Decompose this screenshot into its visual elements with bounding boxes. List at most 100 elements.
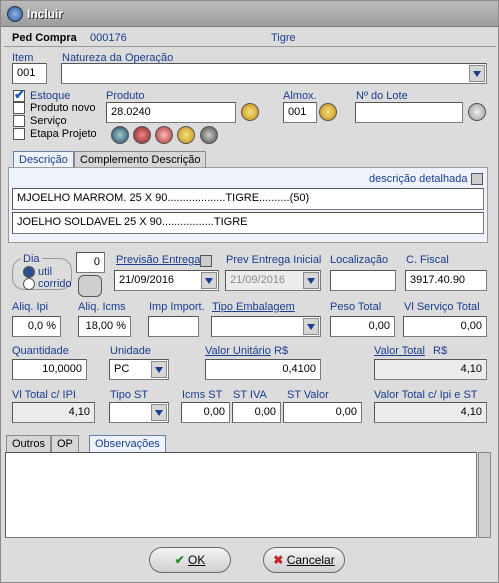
- tab-complemento[interactable]: Complemento Descrição: [74, 151, 207, 168]
- icms-st-field[interactable]: 0,00: [181, 402, 230, 423]
- util-radio[interactable]: [23, 266, 35, 278]
- lote-field[interactable]: [355, 102, 463, 123]
- tab-descricao[interactable]: Descrição: [13, 151, 74, 168]
- chevron-down-icon[interactable]: [151, 361, 167, 378]
- chevron-down-icon[interactable]: [303, 318, 319, 335]
- tipo-st-label: Tipo ST: [110, 389, 149, 401]
- produto-field[interactable]: 28.0240: [106, 102, 236, 123]
- estoque-checkbox[interactable]: [13, 87, 25, 103]
- localizacao-label: Localização: [330, 254, 389, 266]
- aliq-icms-label: Aliq. Icms: [78, 301, 126, 313]
- estoque-label: Estoque: [30, 90, 71, 102]
- cfiscal-field[interactable]: 3917.40.90: [405, 270, 487, 291]
- natureza-select[interactable]: [61, 63, 487, 84]
- tipo-emb-label: Tipo Embalagem: [212, 301, 295, 313]
- cfiscal-label: C. Fiscal: [406, 254, 449, 266]
- tab-observacoes[interactable]: Observações: [89, 435, 166, 452]
- doc-number: 000176: [90, 32, 127, 44]
- almox-field[interactable]: 001: [283, 102, 317, 123]
- prev-inicial-label: Prev Entrega Inicial: [226, 254, 322, 266]
- produto-label: Produto: [106, 90, 145, 102]
- valor-total-field: 4,10: [374, 359, 487, 380]
- localizacao-field[interactable]: [330, 270, 396, 291]
- descricao-line1[interactable]: MJOELHO MARROM. 25 X 90.................…: [12, 188, 484, 210]
- st-iva-field[interactable]: 0,00: [232, 402, 281, 423]
- chevron-down-icon[interactable]: [201, 272, 217, 289]
- grid-icon[interactable]: [111, 126, 129, 144]
- detalhada-checkbox[interactable]: [471, 173, 483, 185]
- aliq-icms-field[interactable]: 18,00 %: [78, 316, 131, 337]
- lote-label: Nº do Lote: [356, 90, 408, 102]
- valor-unit-field[interactable]: 0,4100: [205, 359, 321, 380]
- vl-servico-label: Vl Serviço Total: [404, 301, 480, 313]
- chevron-down-icon: [303, 272, 319, 289]
- calculator-icon[interactable]: [78, 275, 102, 297]
- servico-label: Serviço: [30, 115, 67, 127]
- observacoes-textarea[interactable]: [5, 452, 477, 538]
- valor-unit-currency: R$: [274, 345, 289, 357]
- scrollbar[interactable]: [478, 452, 491, 538]
- detalhada-label: descrição detalhada: [369, 173, 468, 185]
- chevron-down-icon[interactable]: [469, 65, 485, 82]
- produto-novo-label: Produto novo: [30, 102, 96, 114]
- close-icon: ✖: [273, 553, 284, 567]
- servico-checkbox[interactable]: [13, 115, 25, 127]
- header-divider: [4, 46, 496, 47]
- unidade-label: Unidade: [110, 345, 151, 357]
- chart-icon[interactable]: [133, 126, 151, 144]
- chevron-down-icon[interactable]: [151, 404, 167, 421]
- valor-total-ipi-st-label: Valor Total c/ Ipi e ST: [374, 389, 478, 401]
- tipo-st-select[interactable]: [109, 402, 169, 423]
- vl-total-ipi-label: Vl Total c/ IPI: [12, 389, 76, 401]
- ok-button[interactable]: ✔ OK: [149, 547, 231, 573]
- previsao-date[interactable]: 21/09/2016: [114, 270, 219, 291]
- previsao-label: Previsão Entrega: [116, 254, 201, 266]
- incluir-window: Incluir Ped Compra 000176 Tigre Item 001…: [0, 0, 499, 583]
- vl-total-ipi-field: 4,10: [12, 402, 95, 423]
- tab-outros[interactable]: Outros: [6, 435, 52, 452]
- check-icon: ✔: [174, 553, 185, 567]
- cancel-button[interactable]: ✖ Cancelar: [263, 547, 345, 573]
- unidade-select[interactable]: PC: [109, 359, 169, 380]
- peso-total-field[interactable]: 0,00: [330, 316, 395, 337]
- imp-import-field[interactable]: [148, 316, 199, 337]
- almox-lookup-icon[interactable]: [319, 103, 337, 121]
- st-iva-label: ST IVA: [233, 389, 267, 401]
- tipo-emb-select[interactable]: [211, 316, 321, 337]
- almox-label: Almox.: [283, 90, 317, 102]
- quantidade-field[interactable]: 10,0000: [12, 359, 87, 380]
- item-field[interactable]: 001: [12, 63, 47, 84]
- prev-inicial-date: 21/09/2016: [225, 270, 321, 291]
- icms-st-label: Icms ST: [182, 389, 223, 401]
- corrido-label: corrido: [38, 278, 72, 290]
- descricao-line2[interactable]: JOELHO SOLDAVEL 25 X 90.................…: [12, 212, 484, 234]
- window-title: Incluir: [27, 7, 64, 21]
- supplier-name: Tigre: [271, 32, 296, 44]
- quantidade-label: Quantidade: [12, 345, 69, 357]
- etapa-projeto-label: Etapa Projeto: [30, 128, 97, 140]
- descricao-panel: descrição detalhada MJOELHO MARROM. 25 X…: [8, 167, 488, 243]
- previsao-checkbox[interactable]: [200, 255, 212, 267]
- corrido-radio[interactable]: [23, 278, 35, 290]
- st-valor-label: ST Valor: [287, 389, 329, 401]
- title-bar: Incluir: [1, 1, 498, 27]
- imp-import-label: Imp Import.: [149, 301, 205, 313]
- dia-label: Dia: [21, 253, 42, 265]
- app-icon: [7, 6, 23, 22]
- peso-total-label: Peso Total: [330, 301, 382, 313]
- dia-field[interactable]: 0: [76, 252, 105, 273]
- produto-novo-checkbox[interactable]: [13, 102, 25, 114]
- valor-total-ipi-st-field: 4,10: [374, 402, 487, 423]
- aliq-ipi-field[interactable]: 0,0 %: [12, 316, 61, 337]
- lote-lookup-icon[interactable]: [468, 103, 486, 121]
- etapa-projeto-checkbox[interactable]: [13, 128, 25, 140]
- report-icon[interactable]: [200, 126, 218, 144]
- st-valor-field[interactable]: 0,00: [283, 402, 362, 423]
- produto-lookup-icon[interactable]: [241, 103, 259, 121]
- valor-total-label: Valor Total: [374, 345, 425, 357]
- face-icon[interactable]: [155, 126, 173, 144]
- vl-servico-field[interactable]: 0,00: [403, 316, 487, 337]
- valor-total-currency: R$: [433, 345, 448, 357]
- tab-op[interactable]: OP: [51, 435, 79, 452]
- photo-icon[interactable]: [177, 126, 195, 144]
